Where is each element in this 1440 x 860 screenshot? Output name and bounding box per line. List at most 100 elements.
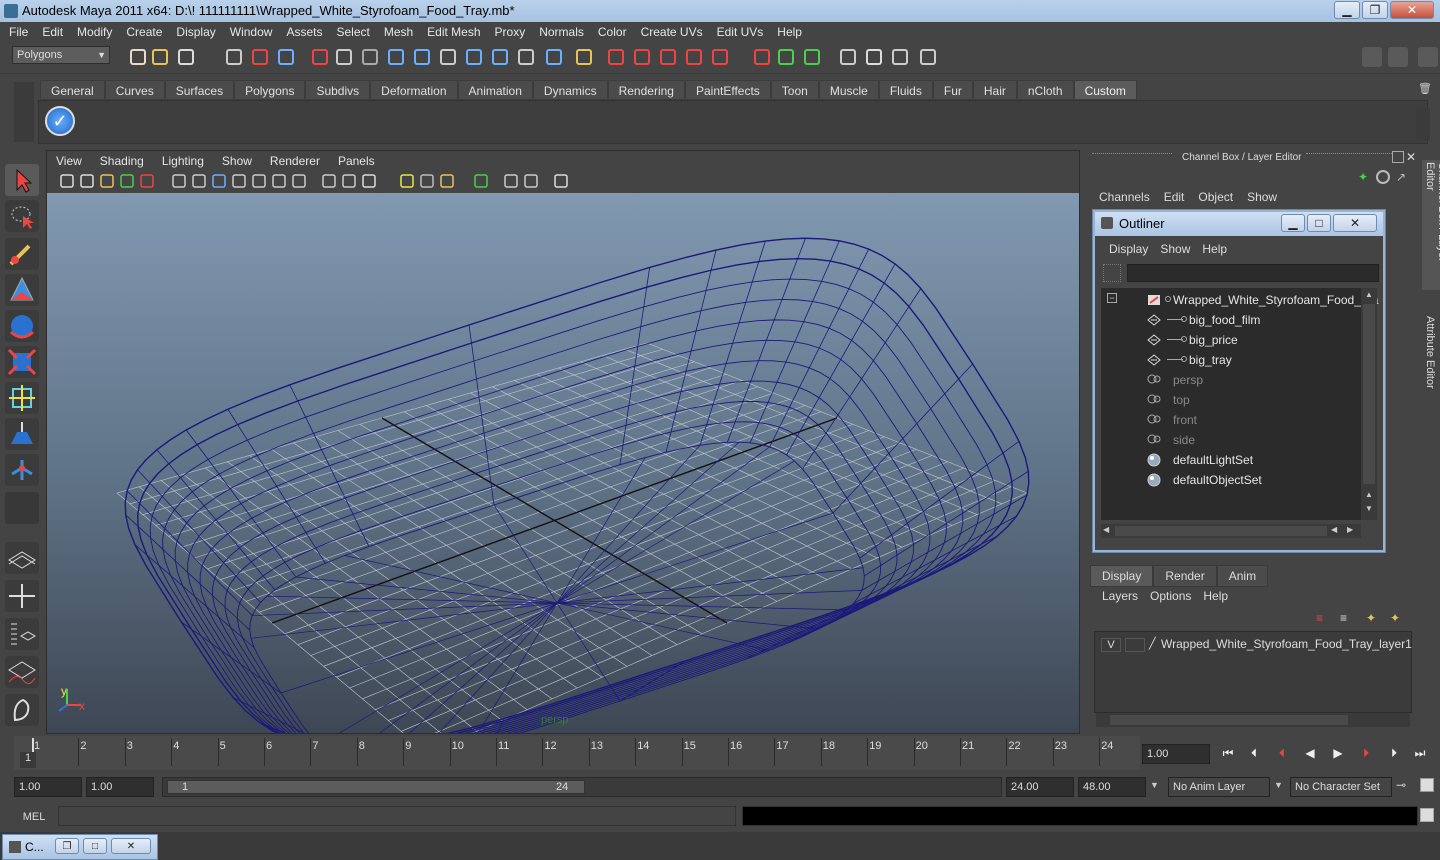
checkmark-icon[interactable]: ✓ — [45, 106, 75, 136]
menu-assets[interactable]: Assets — [279, 25, 329, 39]
layer-name[interactable]: Wrapped_White_Styrofoam_Food_Tray_layer1 — [1161, 637, 1412, 651]
status-tool-13-icon[interactable] — [464, 47, 484, 67]
shelf-tab-ncloth[interactable]: nCloth — [1016, 80, 1074, 100]
shelf-scroll[interactable] — [1416, 108, 1430, 140]
close-button[interactable]: ✕ — [111, 838, 151, 854]
step-back-frame-button[interactable]: ⏴ — [1272, 746, 1292, 764]
outliner-item[interactable]: big_tray — [1147, 350, 1357, 370]
status-tool-9-icon[interactable] — [360, 47, 380, 67]
isolate-icon[interactable] — [321, 173, 337, 189]
scroll-thumb[interactable] — [1363, 304, 1375, 484]
time-slider[interactable]: 1 2 3 4 5 6 7 8 9 10 11 12 13 14 15 16 17 18 19 20 21 22 23 24 … — [14, 736, 1140, 770]
shelf-tab-painteffects[interactable]: PaintEffects — [684, 80, 771, 100]
grid-icon[interactable] — [139, 173, 155, 189]
light-3-icon[interactable] — [439, 173, 455, 189]
channel-box-mode-icon[interactable]: ✦ — [1358, 170, 1372, 184]
shelf-menu-handle[interactable] — [14, 82, 34, 142]
go-to-end-button[interactable]: ⏭ — [1410, 746, 1430, 764]
select-camera-icon[interactable] — [59, 173, 75, 189]
playback-end-field[interactable]: 24.00 — [1006, 777, 1074, 797]
graph-layout-icon[interactable] — [5, 656, 39, 688]
menu-mesh[interactable]: Mesh — [377, 25, 420, 39]
status-tool-6-icon[interactable] — [276, 47, 296, 67]
close-button[interactable]: ✕ — [1390, 1, 1434, 19]
status-tool-2-icon[interactable] — [150, 47, 170, 67]
scroll-up-icon[interactable]: ▲ — [1363, 290, 1375, 302]
animation-start-field[interactable]: 1.00 — [14, 777, 82, 797]
universal-manipulator-icon[interactable] — [5, 382, 39, 414]
maximize-button[interactable]: □ — [83, 838, 107, 854]
resolution-gate-icon[interactable] — [473, 173, 489, 189]
layer-menu-options[interactable]: Options — [1144, 589, 1197, 603]
shelf-tab-muscle[interactable]: Muscle — [818, 80, 879, 100]
layer-horizontal-scrollbar[interactable] — [1096, 713, 1410, 727]
safe-area-icon[interactable] — [503, 173, 519, 189]
viewport-menu-lighting[interactable]: Lighting — [153, 154, 213, 168]
shelf-tab-custom[interactable]: Custom — [1073, 80, 1137, 100]
menu-select[interactable]: Select — [329, 25, 376, 39]
range-slider[interactable]: 1 24 — [162, 777, 1002, 797]
status-tool-16-icon[interactable] — [544, 47, 564, 67]
outliner-horizontal-scrollbar[interactable]: ◀ ◀ ▶ — [1101, 524, 1361, 538]
pin-icon[interactable]: ↗ — [1396, 170, 1410, 184]
four-view-layout-icon[interactable] — [5, 580, 39, 612]
go-to-start-button[interactable]: ⏮ — [1218, 746, 1238, 764]
menu-normals[interactable]: Normals — [532, 25, 591, 39]
menu-create-uvs[interactable]: Create UVs — [634, 25, 710, 39]
status-tool-22-icon[interactable] — [710, 47, 730, 67]
viewport-menu-renderer[interactable]: Renderer — [261, 154, 329, 168]
channel-menu-object[interactable]: Object — [1191, 190, 1240, 204]
scroll-right-icon[interactable]: ◀ — [1331, 525, 1337, 534]
shadows-icon[interactable] — [271, 173, 287, 189]
panel-layout-icon[interactable] — [1362, 47, 1382, 67]
playback-start-field[interactable]: 1.00 — [86, 777, 154, 797]
command-input[interactable] — [58, 806, 736, 826]
collapse-icon[interactable]: − — [1107, 293, 1117, 303]
status-tool-1-icon[interactable] — [128, 47, 148, 67]
scroll-left-icon[interactable]: ◀ — [1103, 525, 1109, 534]
manipulator-icon[interactable] — [553, 173, 569, 189]
outliner-item[interactable]: big_price — [1147, 330, 1357, 350]
layer-h-scroll-thumb[interactable] — [1110, 715, 1348, 725]
status-tool-19-icon[interactable] — [632, 47, 652, 67]
status-tool-26-icon[interactable] — [838, 47, 858, 67]
trash-icon[interactable]: 🗑 — [1418, 82, 1432, 96]
chevron-down-icon[interactable]: ▼ — [1274, 780, 1283, 790]
viewport-canvas[interactable]: y x persp — [47, 193, 1079, 733]
status-tool-8-icon[interactable] — [334, 47, 354, 67]
outliner-search-input[interactable] — [1127, 264, 1379, 282]
tab-channel-box[interactable]: Channel Box / Layer Editor — [1422, 160, 1440, 290]
menu-proxy[interactable]: Proxy — [488, 25, 533, 39]
channel-menu-channels[interactable]: Channels — [1092, 190, 1157, 204]
tab-attribute-editor[interactable]: Attribute Editor — [1422, 314, 1438, 394]
layer-tab-display[interactable]: Display — [1090, 565, 1154, 587]
shelf-tab-rendering[interactable]: Rendering — [607, 80, 685, 100]
viewport-menu-show[interactable]: Show — [213, 154, 261, 168]
minimized-window[interactable]: C... ❐ □ ✕ — [2, 834, 158, 860]
lasso-tool-icon[interactable] — [5, 200, 39, 232]
character-set-dropdown[interactable]: No Character Set — [1290, 777, 1392, 797]
outliner-item[interactable]: Wrapped_White_Styrofoam_Food_Tra — [1147, 290, 1378, 310]
status-tool-3-icon[interactable] — [176, 47, 196, 67]
xray-icon[interactable] — [291, 173, 307, 189]
outliner-filter-icon[interactable] — [1103, 264, 1121, 282]
layer-row[interactable]: V ╱ Wrapped_White_Styrofoam_Food_Tray_la… — [1097, 636, 1412, 654]
outliner-item[interactable]: defaultLightSet — [1147, 450, 1357, 470]
status-tool-7-icon[interactable] — [310, 47, 330, 67]
menu-display[interactable]: Display — [169, 25, 222, 39]
last-tool-slot[interactable] — [5, 492, 39, 524]
status-tool-10-icon[interactable] — [386, 47, 406, 67]
maximize-button[interactable]: ❐ — [1362, 1, 1388, 19]
status-tool-29-icon[interactable] — [918, 47, 938, 67]
play-backwards-button[interactable]: ◀ — [1300, 746, 1320, 764]
status-tool-14-icon[interactable] — [490, 47, 510, 67]
outliner-item[interactable]: persp — [1147, 370, 1357, 390]
shelf-tab-polygons[interactable]: Polygons — [234, 80, 306, 100]
channel-menu-edit[interactable]: Edit — [1157, 190, 1192, 204]
status-tool-20-icon[interactable] — [658, 47, 678, 67]
outliner-maximize-button[interactable]: □ — [1307, 214, 1331, 232]
image-plane-icon[interactable] — [119, 173, 135, 189]
shelf-tab-animation[interactable]: Animation — [457, 80, 533, 100]
status-tool-21-icon[interactable] — [684, 47, 704, 67]
float-panel-icon[interactable] — [1392, 151, 1404, 163]
